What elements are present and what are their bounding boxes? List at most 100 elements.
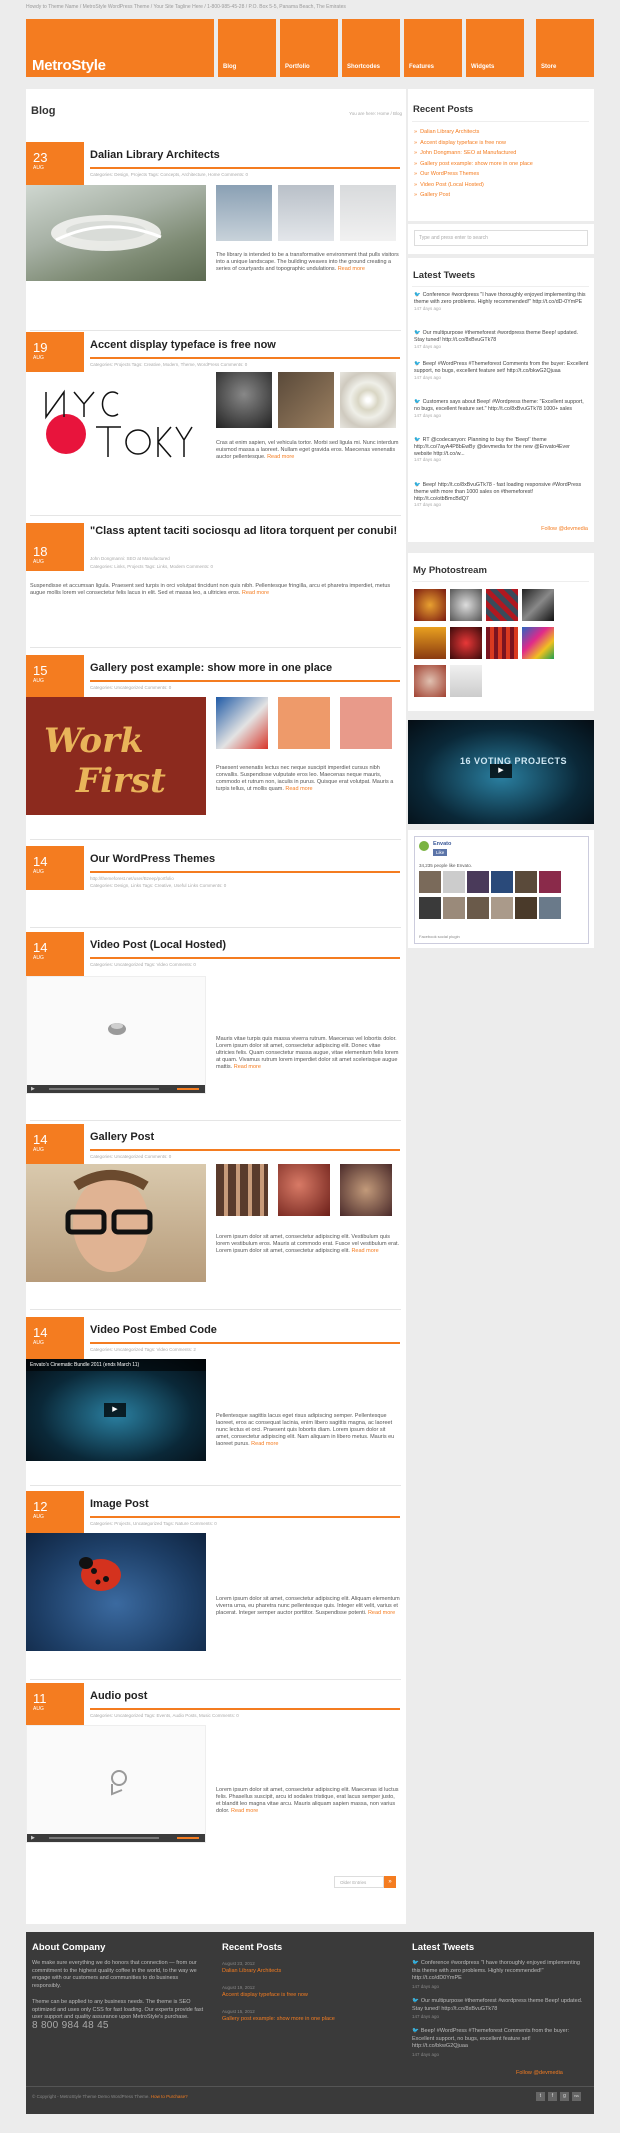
search-input[interactable]: Type and press enter to search <box>414 230 588 246</box>
read-more-link[interactable]: Read more <box>242 590 269 596</box>
post-title[interactable]: "Class aptent taciti sociosqu ad litora … <box>90 525 400 538</box>
photo-thumbnail[interactable] <box>414 627 446 659</box>
recent-post-link[interactable]: John Dongmann: SEO at Manufactured <box>420 150 516 156</box>
post-title[interactable]: Image Post <box>90 1498 400 1511</box>
avatar[interactable] <box>467 897 489 919</box>
post-title[interactable]: Audio post <box>90 1690 400 1703</box>
older-entries-link[interactable]: Older Entries <box>334 1876 384 1888</box>
photo-thumbnail[interactable] <box>450 665 482 697</box>
nav-features[interactable]: Features <box>404 19 462 77</box>
photo-thumbnail[interactable] <box>414 665 446 697</box>
avatar[interactable] <box>515 871 537 893</box>
post-title[interactable]: Video Post Embed Code <box>90 1324 400 1337</box>
avatar[interactable] <box>539 871 561 893</box>
gallery-thumbnail[interactable] <box>340 372 396 428</box>
recent-post-link[interactable]: Video Post (Local Hosted) <box>420 182 484 188</box>
photo-thumbnail[interactable] <box>486 589 518 621</box>
volume-slider[interactable] <box>177 1088 199 1090</box>
nav-widgets[interactable]: Widgets <box>466 19 524 77</box>
read-more-link[interactable]: Read more <box>267 454 294 460</box>
photo-thumbnail[interactable] <box>450 627 482 659</box>
avatar[interactable] <box>491 871 513 893</box>
nav-store[interactable]: Store <box>536 19 594 77</box>
twitter-social-icon[interactable]: t <box>536 2092 545 2101</box>
avatar[interactable] <box>443 897 465 919</box>
post-title[interactable]: Gallery post example: show more in one p… <box>90 662 400 675</box>
avatar[interactable] <box>419 897 441 919</box>
post-featured-image[interactable] <box>26 1164 206 1282</box>
avatar[interactable] <box>491 897 513 919</box>
post-featured-image[interactable] <box>26 1533 206 1651</box>
embedded-video[interactable]: Envato's Cinematic Bundle 2011 (ends Mar… <box>26 1359 206 1461</box>
gallery-thumbnail[interactable] <box>216 372 272 428</box>
avatar[interactable] <box>515 897 537 919</box>
photo-thumbnail[interactable] <box>486 627 518 659</box>
facebook-social-icon[interactable]: f <box>548 2092 557 2101</box>
read-more-link[interactable]: Read more <box>351 1248 378 1254</box>
site-logo[interactable]: MetroStyle <box>26 19 214 77</box>
recent-post-link[interactable]: Gallery post example: show more in one p… <box>420 161 533 167</box>
post-featured-image[interactable]: Work First <box>26 697 206 815</box>
nav-blog[interactable]: Blog <box>218 19 276 77</box>
photo-thumbnail[interactable] <box>522 627 554 659</box>
gallery-thumbnail[interactable] <box>340 697 392 749</box>
avatar[interactable] <box>467 871 489 893</box>
progress-bar[interactable] <box>49 1837 159 1839</box>
audio-controls[interactable]: ▶ <box>27 1834 205 1842</box>
recent-post-link[interactable]: Gallery Post <box>420 192 450 198</box>
fb-like-button[interactable]: Like <box>433 849 448 856</box>
post-featured-image[interactable] <box>26 372 206 472</box>
photo-thumbnail[interactable] <box>522 589 554 621</box>
footer-follow-link[interactable]: Follow @devmedia <box>516 2070 563 2078</box>
gallery-thumbnail[interactable] <box>340 185 396 241</box>
next-page-button[interactable]: » <box>384 1876 396 1888</box>
gallery-thumbnail[interactable] <box>278 1164 330 1216</box>
rss-icon[interactable]: rss <box>572 2092 581 2101</box>
play-icon[interactable]: ▶ <box>31 1835 35 1841</box>
recent-post-link[interactable]: Accent display typeface is free now <box>420 140 506 146</box>
progress-bar[interactable] <box>49 1088 159 1090</box>
post-title[interactable]: Our WordPress Themes <box>90 853 400 866</box>
play-icon[interactable]: ▶ <box>104 1403 126 1417</box>
photo-thumbnail[interactable] <box>414 589 446 621</box>
avatar[interactable] <box>443 871 465 893</box>
read-more-link[interactable]: Read more <box>368 1610 395 1616</box>
nav-portfolio[interactable]: Portfolio <box>280 19 338 77</box>
read-more-link[interactable]: Read more <box>231 1808 258 1814</box>
photo-thumbnail[interactable] <box>450 589 482 621</box>
gallery-thumbnail[interactable] <box>216 1164 268 1216</box>
post-title[interactable]: Gallery Post <box>90 1131 400 1144</box>
read-more-link[interactable]: Read more <box>338 266 365 272</box>
read-more-link[interactable]: Read more <box>251 1441 278 1447</box>
gallery-thumbnail[interactable] <box>216 697 268 749</box>
post-featured-image[interactable] <box>26 185 206 281</box>
follow-link[interactable]: Follow @devmedia <box>541 526 588 532</box>
gallery-thumbnail[interactable] <box>340 1164 392 1216</box>
gallery-thumbnail[interactable] <box>278 185 334 241</box>
read-more-link[interactable]: Read more <box>234 1064 261 1070</box>
read-more-link[interactable]: Read more <box>285 786 312 792</box>
video-player[interactable]: ▶ <box>26 976 206 1094</box>
recent-post-link[interactable]: Our WordPress Themes <box>420 171 479 177</box>
purchase-link[interactable]: How to Purchase? <box>151 2094 188 2099</box>
volume-slider[interactable] <box>177 1837 199 1839</box>
footer-recent-link[interactable]: Gallery post example: show more in one p… <box>222 2016 335 2022</box>
avatar[interactable] <box>419 871 441 893</box>
gallery-thumbnail[interactable] <box>216 185 272 241</box>
avatar[interactable] <box>539 897 561 919</box>
video-controls[interactable]: ▶ <box>27 1085 205 1093</box>
post-title[interactable]: Accent display typeface is free now <box>90 339 400 352</box>
widget-video[interactable]: 16 VOTING PROJECTS ▶ <box>408 720 594 824</box>
post-title[interactable]: Video Post (Local Hosted) <box>90 939 400 952</box>
play-icon[interactable]: ▶ <box>490 764 512 778</box>
nav-shortcodes[interactable]: Shortcodes <box>342 19 400 77</box>
gallery-thumbnail[interactable] <box>278 697 330 749</box>
gallery-thumbnail[interactable] <box>278 372 334 428</box>
google-social-icon[interactable]: g <box>560 2092 569 2101</box>
footer-recent-link[interactable]: Accent display typeface is free now <box>222 1992 308 1998</box>
recent-post-link[interactable]: Dalian Library Architects <box>420 129 479 135</box>
play-icon[interactable]: ▶ <box>31 1086 35 1092</box>
post-title[interactable]: Dalian Library Architects <box>90 149 400 162</box>
footer-recent-link[interactable]: Dalian Library Architects <box>222 1968 281 1974</box>
audio-player[interactable]: ▶ <box>26 1725 206 1843</box>
